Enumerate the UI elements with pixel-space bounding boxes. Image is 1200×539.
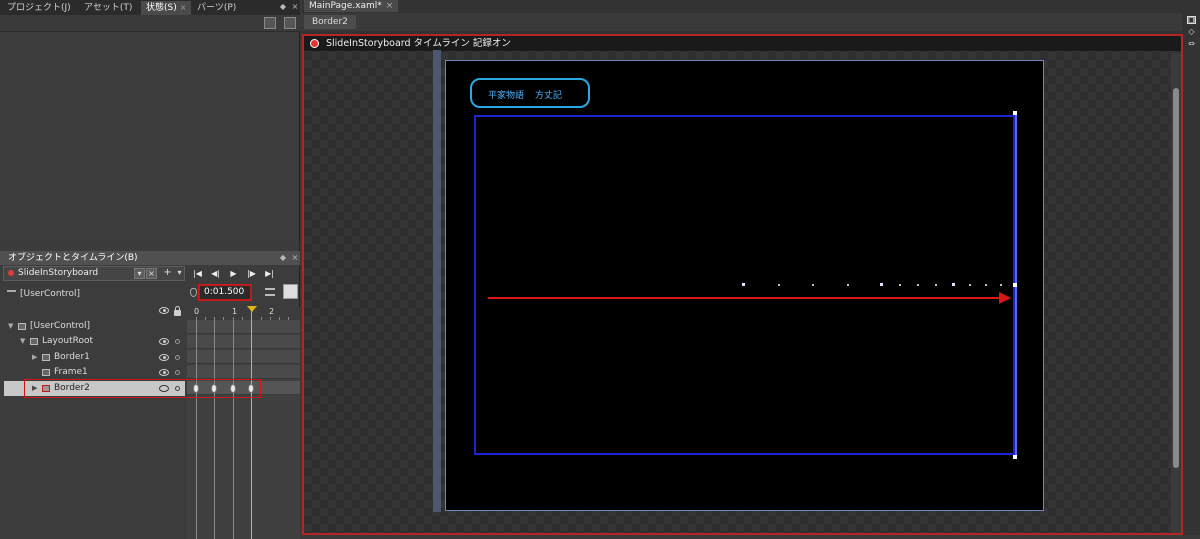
slide-direction-arrow — [488, 297, 1000, 299]
split-view-icon[interactable]: ⇔ — [1187, 40, 1196, 48]
lock-icon[interactable] — [174, 306, 181, 316]
view-toggles: ▣ ◇ ⇔ — [1183, 13, 1200, 53]
resize-handle[interactable] — [1013, 111, 1017, 115]
motion-path-point — [969, 284, 971, 286]
panel-title: オブジェクトとタイムライン(B) ◆ × — [0, 251, 300, 265]
last-frame-icon[interactable]: ▶| — [264, 268, 275, 280]
grid-icon — [30, 338, 38, 345]
chevron-down-icon[interactable]: ▾ — [174, 268, 185, 279]
add-state-icon[interactable] — [284, 17, 296, 29]
playhead-handle[interactable] — [247, 306, 257, 312]
close-panel-icon[interactable]: × — [290, 253, 300, 263]
eye-icon[interactable] — [159, 307, 169, 314]
tree-row-layoutroot[interactable]: ▼ LayoutRoot — [0, 334, 185, 349]
close-icon[interactable]: × — [386, 1, 394, 11]
storyboard-picker[interactable]: SlideInStoryboard ▾ × + ▾ — [3, 266, 185, 281]
resize-handle[interactable] — [1013, 455, 1017, 459]
playback-controls: |◀ ◀| ▶ |▶ ▶| — [190, 268, 300, 282]
designer-area: MainPage.xaml* × Border2 ▣ ◇ ⇔ SlideInSto… — [302, 0, 1200, 539]
eye-icon[interactable] — [159, 369, 169, 376]
design-view-icon[interactable]: ▣ — [1187, 16, 1196, 24]
vertical-scrollbar[interactable] — [1171, 53, 1181, 533]
ruler-label: 0 — [194, 307, 200, 316]
add-state-group-icon[interactable] — [264, 17, 276, 29]
expand-arrow-icon[interactable]: ▼ — [8, 319, 13, 334]
visibility-header — [0, 304, 185, 318]
tab-parts[interactable]: パーツ(P) — [192, 1, 241, 15]
lock-toggle-icon[interactable] — [175, 370, 180, 375]
tree-row-border1[interactable]: ▶ Border1 — [0, 350, 185, 365]
motion-path-point — [935, 284, 937, 286]
playhead[interactable] — [251, 306, 252, 539]
motion-path-point — [1000, 284, 1002, 286]
nav-link-hojoki[interactable]: 方丈記 — [535, 88, 562, 101]
tree-row-usercontrol[interactable]: ▼ [UserControl] — [0, 319, 185, 334]
expand-arrow-icon[interactable]: ▶ — [32, 350, 37, 365]
close-panel-icon[interactable]: × — [290, 2, 300, 12]
status-bar — [302, 535, 1200, 539]
border-icon — [42, 354, 50, 361]
eye-icon[interactable] — [159, 354, 169, 361]
pin-icon[interactable]: ◆ — [278, 2, 288, 12]
resize-handle[interactable] — [1013, 283, 1017, 287]
storyboard-menu-icon[interactable]: ▾ — [134, 268, 145, 279]
highlight-time-field — [198, 284, 252, 301]
tab-states[interactable]: 状態(S) × — [141, 1, 192, 15]
expand-arrow-icon[interactable]: ▼ — [20, 334, 25, 349]
objects-timeline-panel: オブジェクトとタイムライン(B) ◆ × SlideInStoryboard ▾… — [0, 247, 300, 539]
motion-path-point — [880, 283, 883, 286]
highlight-border2-row — [24, 379, 261, 398]
ruler-label: 1 — [232, 307, 238, 316]
first-frame-icon[interactable]: |◀ — [192, 268, 203, 280]
motion-path-point — [917, 284, 919, 286]
close-icon[interactable]: × — [180, 3, 187, 12]
zoom-icon[interactable] — [265, 288, 275, 296]
timeline-ruler[interactable]: 0 1 2 — [187, 307, 300, 321]
scope-up-icon[interactable] — [7, 290, 16, 297]
motion-path-point — [847, 284, 849, 286]
prev-frame-icon[interactable]: ◀| — [210, 268, 221, 280]
timeline-track-area[interactable] — [187, 306, 300, 539]
motion-path-point — [952, 283, 955, 286]
motion-path-point — [742, 283, 745, 286]
eye-icon[interactable] — [159, 338, 169, 345]
arrow-head-icon — [999, 292, 1011, 304]
new-storyboard-icon[interactable]: + — [162, 268, 173, 279]
nav-link-heike[interactable]: 平家物語 — [488, 88, 524, 101]
nav-button-panel[interactable]: 平家物語 方丈記 — [470, 78, 590, 108]
project-panel: プロジェクト(J) アセット(T) 状態(S) × パーツ(P) ◆ × — [0, 0, 300, 246]
play-icon[interactable]: ▶ — [228, 268, 239, 280]
motion-path-point — [812, 284, 814, 286]
scroll-thumb[interactable] — [1173, 88, 1179, 468]
tree-row-frame1[interactable]: Frame1 — [0, 365, 185, 380]
snap-icon[interactable] — [283, 284, 298, 299]
ruler-label: 2 — [269, 307, 275, 316]
recording-banner: SlideInStoryboard タイムライン 記録オン — [304, 36, 1181, 51]
usercontrol-icon — [18, 323, 26, 330]
states-toolbar — [0, 15, 300, 32]
record-icon[interactable] — [310, 39, 319, 48]
record-icon — [8, 270, 14, 276]
usercontrol-surface[interactable]: 平家物語 方丈記 — [445, 60, 1044, 511]
frame-icon — [42, 369, 50, 376]
xaml-view-icon[interactable]: ◇ — [1187, 28, 1196, 36]
lock-toggle-icon[interactable] — [175, 339, 180, 344]
breadcrumb-item[interactable]: Border2 — [304, 15, 356, 29]
next-frame-icon[interactable]: |▶ — [246, 268, 257, 280]
lock-toggle-icon[interactable] — [175, 355, 180, 360]
scope-root-row[interactable]: [UserControl] — [0, 287, 185, 301]
close-storyboard-icon[interactable]: × — [146, 268, 157, 279]
tab-assets[interactable]: アセット(T) — [79, 1, 137, 15]
motion-path-point — [778, 284, 780, 286]
record-keyframe-icon[interactable] — [190, 288, 197, 297]
pin-icon[interactable]: ◆ — [278, 253, 288, 263]
artboard[interactable]: SlideInStoryboard タイムライン 記録オン 平家物語 方丈記 — [302, 34, 1183, 535]
breadcrumb: Border2 — [302, 13, 1182, 31]
layout-guide — [433, 50, 441, 512]
document-tab[interactable]: MainPage.xaml* × — [304, 0, 399, 12]
motion-path-point — [899, 284, 901, 286]
motion-path-point — [985, 284, 987, 286]
panel-tabbar: プロジェクト(J) アセット(T) 状態(S) × パーツ(P) ◆ × — [0, 0, 300, 15]
tab-project[interactable]: プロジェクト(J) — [2, 1, 76, 15]
